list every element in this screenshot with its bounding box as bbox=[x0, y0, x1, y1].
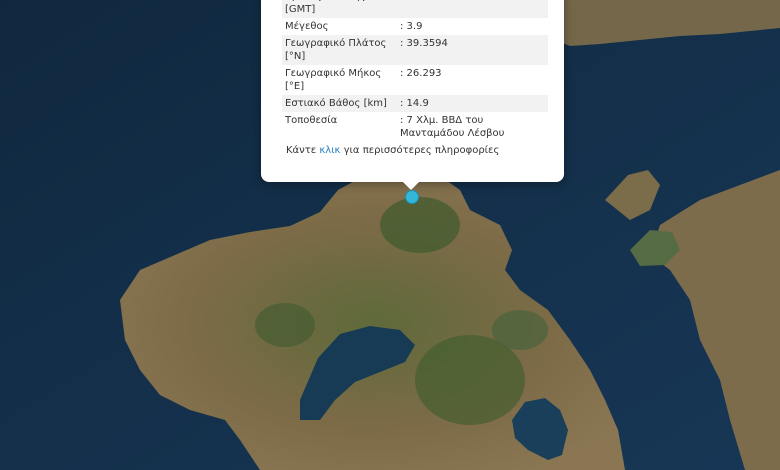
forest-patch bbox=[415, 335, 525, 425]
row-value: : 14.9 bbox=[396, 95, 548, 112]
more-info-line: Κάντε κλικ για περισσότερες πληροφορίες bbox=[282, 145, 548, 156]
row-label: Τοποθεσία bbox=[285, 115, 338, 126]
row-value: : 39.3594 bbox=[396, 35, 548, 65]
row-label: Εστιακό Βάθος [km] bbox=[282, 95, 396, 112]
popup-tip bbox=[402, 181, 420, 190]
row-label: Μέγεθος bbox=[285, 21, 329, 32]
forest-patch bbox=[255, 303, 315, 347]
row-value: : 3.9 bbox=[400, 21, 423, 32]
more-info-link[interactable]: κλικ bbox=[319, 145, 340, 156]
table-row: Μέγεθος : 3.9 bbox=[282, 18, 548, 35]
earthquake-info-table: Χρόνος Γένεσης [GMT] : 27/10/2024 14:56:… bbox=[282, 0, 548, 142]
table-row: Γεωγραφικό Μήκος [°E] : 26.293 bbox=[282, 65, 548, 95]
forest-patch bbox=[380, 197, 460, 253]
table-row: Εστιακό Βάθος [km] : 14.9 bbox=[282, 95, 548, 112]
table-row: Γεωγραφικό Πλάτος [°N] : 39.3594 bbox=[282, 35, 548, 65]
row-label: Γεωγραφικό Πλάτος [°N] bbox=[282, 35, 396, 65]
forest-patch bbox=[492, 310, 548, 350]
row-value: : 26.293 bbox=[400, 68, 442, 79]
row-label: Χρόνος Γένεσης [GMT] bbox=[282, 0, 396, 18]
row-value: : 7 Χλμ. ΒΒΔ του Μανταμάδου Λέσβου bbox=[400, 115, 505, 139]
earthquake-info-popup: Χρόνος Γένεσης [GMT] : 27/10/2024 14:56:… bbox=[261, 0, 564, 182]
more-info-suffix: για περισσότερες πληροφορίες bbox=[340, 145, 500, 156]
more-info-prefix: Κάντε bbox=[286, 145, 320, 156]
row-value: : 27/10/2024 14:56:00.59 bbox=[396, 0, 548, 18]
row-label: Γεωγραφικό Μήκος [°E] bbox=[285, 68, 382, 92]
table-row: Τοποθεσία : 7 Χλμ. ΒΒΔ του Μανταμάδου Λέ… bbox=[282, 112, 548, 142]
earthquake-epicenter-marker-icon[interactable] bbox=[405, 190, 419, 204]
table-row: Χρόνος Γένεσης [GMT] : 27/10/2024 14:56:… bbox=[282, 0, 548, 18]
